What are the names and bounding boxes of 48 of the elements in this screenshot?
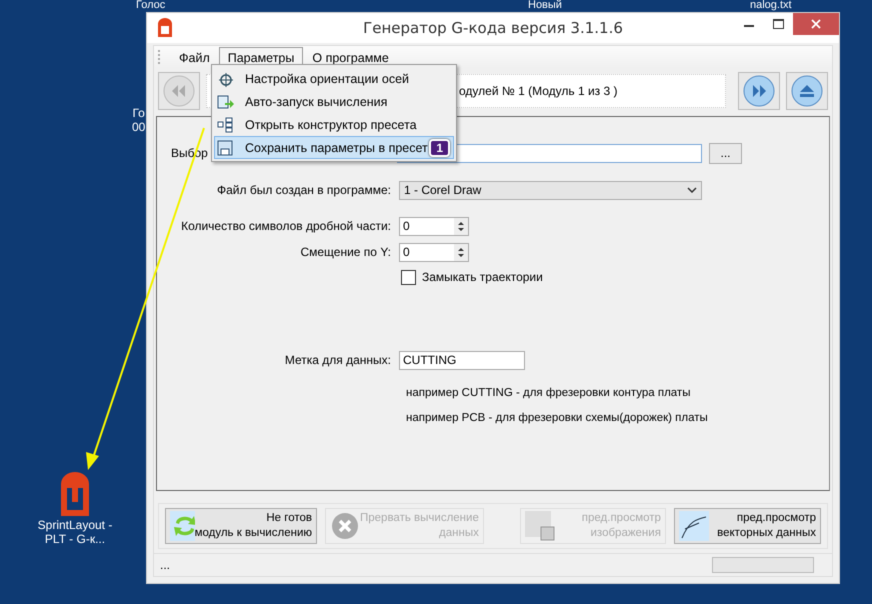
step-badge: 1 — [429, 138, 450, 156]
field-label: Количество символов дробной части: — [180, 219, 392, 233]
scroll-arrow-icon — [216, 94, 234, 110]
tag-field[interactable]: CUTTING — [399, 350, 525, 370]
menu-item[interactable]: Открыть конструктор пресета — [214, 113, 454, 136]
field-label: Файл был создан в программе: — [216, 183, 392, 197]
eject-icon — [791, 75, 823, 107]
action-button[interactable]: пред.просмотр векторных данных — [674, 508, 821, 544]
eject-button[interactable] — [786, 72, 828, 110]
desktop-icon-label[interactable]: 00 — [132, 120, 146, 134]
menu-item[interactable]: О программе — [303, 46, 398, 68]
image-preview-icon — [524, 511, 555, 541]
offset-spinner[interactable]: 0 — [399, 242, 469, 262]
browse-button[interactable]: ... — [709, 142, 742, 164]
fast-forward-icon — [743, 75, 775, 107]
field-label: Смещение по Y: — [299, 245, 392, 259]
decimals-spinner[interactable]: 0 — [399, 216, 469, 236]
menu-item[interactable]: Файл — [170, 46, 219, 68]
refresh-icon — [170, 511, 195, 541]
cnc-machine-icon — [155, 18, 175, 38]
cancel-icon — [330, 511, 360, 541]
desktop-icon-label[interactable]: SprintLayout - PLT - G-к... — [30, 518, 120, 546]
tree-blocks-icon — [217, 116, 233, 132]
close-icon — [811, 19, 821, 29]
chevron-down-icon — [687, 187, 697, 193]
close-button[interactable] — [793, 13, 839, 35]
checkbox-label: Замыкать траектории — [422, 270, 543, 284]
field-label: Метка для данных: — [284, 353, 392, 367]
next-button[interactable] — [738, 72, 780, 110]
rewind-icon — [163, 75, 195, 107]
menu-item[interactable]: Сохранить параметры в пресет 1 — [214, 136, 454, 159]
status-text: ... — [160, 558, 170, 572]
desktop-icon-label[interactable]: nalog.txt — [750, 0, 792, 11]
program-select[interactable]: 1 - Corel Draw — [399, 180, 702, 200]
window-title: Генератор G-кода версия 3.1.1.6 — [362, 19, 624, 37]
spin-arrows-icon[interactable] — [454, 218, 468, 234]
maximize-icon — [772, 19, 784, 29]
floppy-icon — [217, 140, 233, 156]
hint-text: например CUTTING - для фрезеровки контура платы — [406, 387, 690, 399]
spin-arrows-icon[interactable] — [454, 244, 468, 260]
desktop-icon-label[interactable]: Голос — [136, 0, 166, 11]
crosshair-icon — [217, 70, 233, 86]
hint-text: например PCB - для фрезеровки схемы(дорожек) платы — [406, 412, 708, 424]
curve-preview-icon — [678, 511, 709, 541]
desktop-icon-label[interactable]: Новый — [528, 0, 562, 11]
checkbox[interactable] — [401, 270, 416, 284]
desktop-icon-label[interactable]: Го — [132, 106, 145, 120]
action-button[interactable]: Не готов модуль к вычислению — [165, 508, 317, 544]
